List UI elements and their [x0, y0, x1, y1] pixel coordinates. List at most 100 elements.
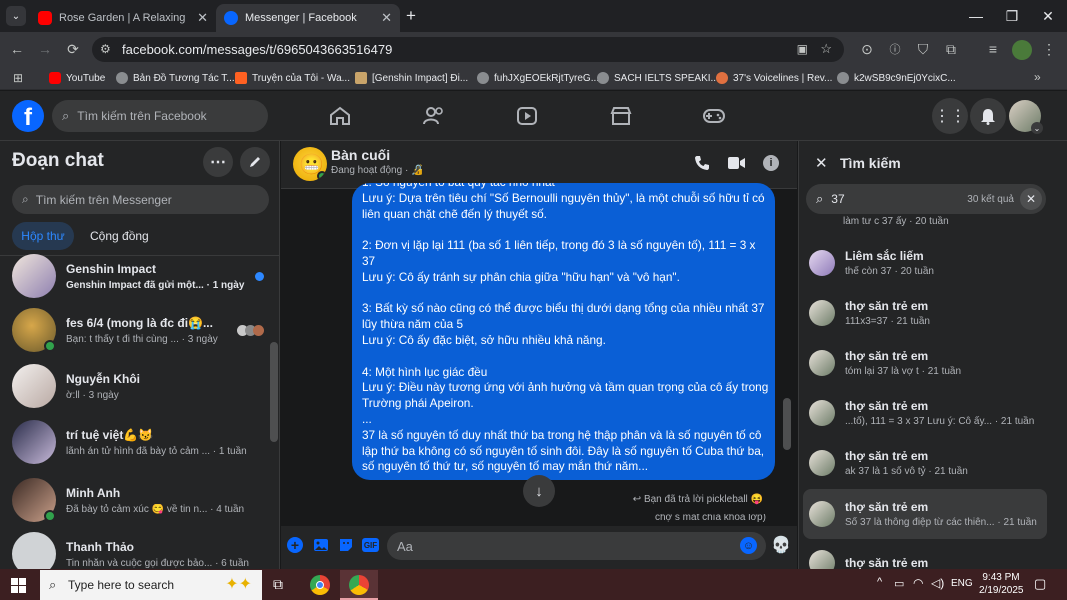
bookmark-item[interactable]: Bản Đồ Tương Tác T...: [116, 69, 235, 87]
conversation-status: Đang hoạt động · 🔏: [331, 165, 424, 176]
search-result[interactable]: thợ săn trẻ em ak 37 là 1 số vô tỷ · 21 t…: [805, 440, 1047, 486]
chat-list-scrollbar[interactable]: [270, 342, 278, 442]
home-icon[interactable]: [329, 106, 351, 126]
forward-icon[interactable]: →: [36, 40, 54, 58]
sticker-icon[interactable]: [338, 537, 354, 553]
chat-row[interactable]: Genshin Impact Genshin Impact đã gửi một…: [8, 248, 270, 304]
battery-icon[interactable]: ▭: [894, 577, 904, 590]
chrome-active-taskbar-icon[interactable]: [340, 570, 378, 600]
tab-inbox[interactable]: Hộp thư: [12, 222, 74, 250]
search-result[interactable]: Liêm sắc liếm thế còn 37 · 20 tuần: [805, 240, 1047, 286]
show-hidden-icons[interactable]: ^: [877, 576, 882, 588]
facebook-search[interactable]: ⌕ Tìm kiếm trên Facebook: [52, 100, 268, 132]
chrome-center-dot: [316, 581, 324, 589]
search-result-partial-snippet[interactable]: làm tư c 37 ấy · 20 tuần: [843, 216, 949, 227]
shield-icon[interactable]: ⛉: [914, 40, 932, 58]
tab-search-icon[interactable]: ⌄: [6, 6, 26, 26]
chat-row[interactable]: Minh Anh Đã bày tỏ cảm xúc 😋 về tin n...…: [8, 472, 270, 528]
taskbar-search[interactable]: ⌕ Type here to search ✦✦: [40, 570, 262, 600]
extension-info-icon[interactable]: ⓘ: [886, 40, 904, 58]
conversation-scrollbar[interactable]: [783, 398, 791, 450]
search-result[interactable]: thợ săn trẻ em tóm lại 37 là vợ t · 21 tu…: [805, 340, 1047, 386]
message-bubble[interactable]: 1. Số nguyên tố bất quy tắc nhỏ nhấtLưu …: [352, 183, 775, 480]
gif-icon[interactable]: GIF: [362, 538, 379, 552]
message-line: [362, 349, 765, 365]
more-bookmarks-icon[interactable]: »: [1034, 70, 1041, 84]
video-icon[interactable]: [516, 106, 538, 126]
install-icon[interactable]: ▣: [797, 42, 808, 56]
browser-tab[interactable]: Rose Garden | A Relaxing M ✕: [30, 4, 216, 32]
wifi-icon[interactable]: ◠: [913, 576, 923, 590]
chat-row[interactable]: Nguyễn Khôi ờ:ll · 3 ngày: [8, 358, 270, 414]
extensions-puzzle-icon[interactable]: ⧉: [942, 40, 960, 58]
search-result[interactable]: thợ săn trẻ em 111x3=37 · 21 tuần: [805, 290, 1047, 336]
bookmark-item[interactable]: SACH IELTS SPEAKI...: [597, 69, 719, 87]
bookmark-item[interactable]: fuhJXgEOEkRjtTyreG...: [477, 69, 599, 87]
volume-icon[interactable]: ◁): [931, 576, 944, 590]
search-result[interactable]: thợ săn trẻ em: [805, 540, 1047, 569]
more-actions-icon[interactable]: +: [287, 537, 303, 553]
bookmark-item[interactable]: Truyện của Tôi - Wa...: [235, 69, 350, 87]
extension-glasses-icon[interactable]: ⊙: [858, 40, 876, 58]
profile-avatar[interactable]: [1012, 40, 1032, 60]
back-icon[interactable]: ←: [8, 40, 26, 58]
quick-reaction-skull-icon[interactable]: 💀: [771, 535, 791, 555]
task-view-icon[interactable]: ⧉: [273, 576, 283, 593]
reload-icon[interactable]: ⟳: [64, 40, 82, 58]
close-search-icon[interactable]: ✕: [815, 154, 828, 172]
scroll-to-bottom-button[interactable]: ↓: [523, 475, 555, 507]
notifications-button[interactable]: [970, 98, 1006, 134]
chat-name: fes 6/4 (mong là đc đi😭...: [66, 315, 213, 330]
chrome-taskbar-icon[interactable]: [310, 575, 330, 595]
new-tab-icon[interactable]: +: [406, 7, 422, 25]
minimize-icon[interactable]: —: [956, 0, 996, 32]
chat-options-button[interactable]: ⋯: [203, 147, 233, 177]
gaming-icon[interactable]: [703, 107, 725, 125]
apps-grid-icon[interactable]: ⊞: [13, 71, 23, 85]
bookmark-item[interactable]: [Genshin Impact] Đi...: [355, 69, 468, 87]
phone-call-icon[interactable]: [694, 155, 710, 171]
bookmark-item[interactable]: 37's Voicelines | Rev...: [716, 69, 832, 87]
reply-preview-text: chợ s mất chìa khóa lớp): [655, 514, 766, 522]
emoji-icon[interactable]: ☺: [740, 537, 757, 554]
conversation-avatar[interactable]: 😬: [293, 147, 327, 181]
clock[interactable]: 9:43 PM 2/19/2025: [979, 571, 1024, 597]
site-info-icon[interactable]: ⚙: [100, 42, 111, 56]
photo-icon[interactable]: [313, 537, 329, 553]
close-tab-icon[interactable]: ✕: [381, 10, 392, 26]
search-result-selected[interactable]: thợ săn trẻ em Số 37 là thông điệp từ các…: [803, 489, 1047, 539]
windows-start-icon[interactable]: [11, 578, 26, 593]
conversation-name[interactable]: Bàn cuối: [331, 147, 390, 163]
messenger-search[interactable]: ⌕ Tìm kiếm trên Messenger: [12, 185, 269, 214]
address-bar[interactable]: ⚙ facebook.com/messages/t/69650436635164…: [92, 37, 844, 62]
chat-name: Nguyễn Khôi: [66, 371, 140, 386]
facebook-logo[interactable]: f: [12, 100, 44, 132]
clear-search-button[interactable]: ✕: [1020, 188, 1042, 210]
new-message-button[interactable]: [240, 147, 270, 177]
video-call-icon[interactable]: [728, 156, 745, 170]
chat-row[interactable]: trí tuệ việt💪😼 lãnh án tử hình đã bày tỏ…: [8, 414, 270, 470]
result-snippet: ak 37 là 1 số vô tỷ · 21 tuần: [845, 466, 968, 477]
conversation-search-field[interactable]: ⌕ 37 30 kết quả ✕: [806, 184, 1046, 214]
close-tab-icon[interactable]: ✕: [197, 10, 208, 26]
message-input[interactable]: Aa: [387, 532, 766, 560]
conversation-info-icon[interactable]: i: [763, 155, 779, 171]
tab-community[interactable]: Cộng đồng: [84, 222, 155, 250]
account-chevron-icon[interactable]: ⌄: [1031, 122, 1043, 134]
close-window-icon[interactable]: ✕: [1028, 0, 1067, 32]
bookmark-star-icon[interactable]: ☆: [820, 41, 832, 57]
notification-center-icon[interactable]: ▢: [1034, 576, 1046, 592]
marketplace-icon[interactable]: [610, 106, 632, 126]
language-indicator[interactable]: ENG: [951, 578, 973, 589]
media-queue-icon[interactable]: ≡: [984, 40, 1002, 58]
menu-grid-button[interactable]: ⋮⋮: [932, 98, 968, 134]
browser-tab-active[interactable]: Messenger | Facebook ✕: [216, 4, 400, 32]
chrome-menu-icon[interactable]: ⋮: [1040, 40, 1058, 58]
bookmark-item[interactable]: k2wSB9c9nEj0YcixC...: [837, 69, 956, 87]
chat-row[interactable]: fes 6/4 (mong là đc đi😭... Bạn: t thấy t…: [8, 302, 270, 358]
chat-avatar: [12, 478, 56, 522]
restore-icon[interactable]: ❐: [992, 0, 1032, 32]
bookmark-item[interactable]: YouTube: [49, 69, 105, 87]
friends-icon[interactable]: [422, 106, 446, 126]
search-result[interactable]: thợ săn trẻ em ...tố), 111 = 3 x 37 Lưu ý…: [805, 390, 1047, 436]
